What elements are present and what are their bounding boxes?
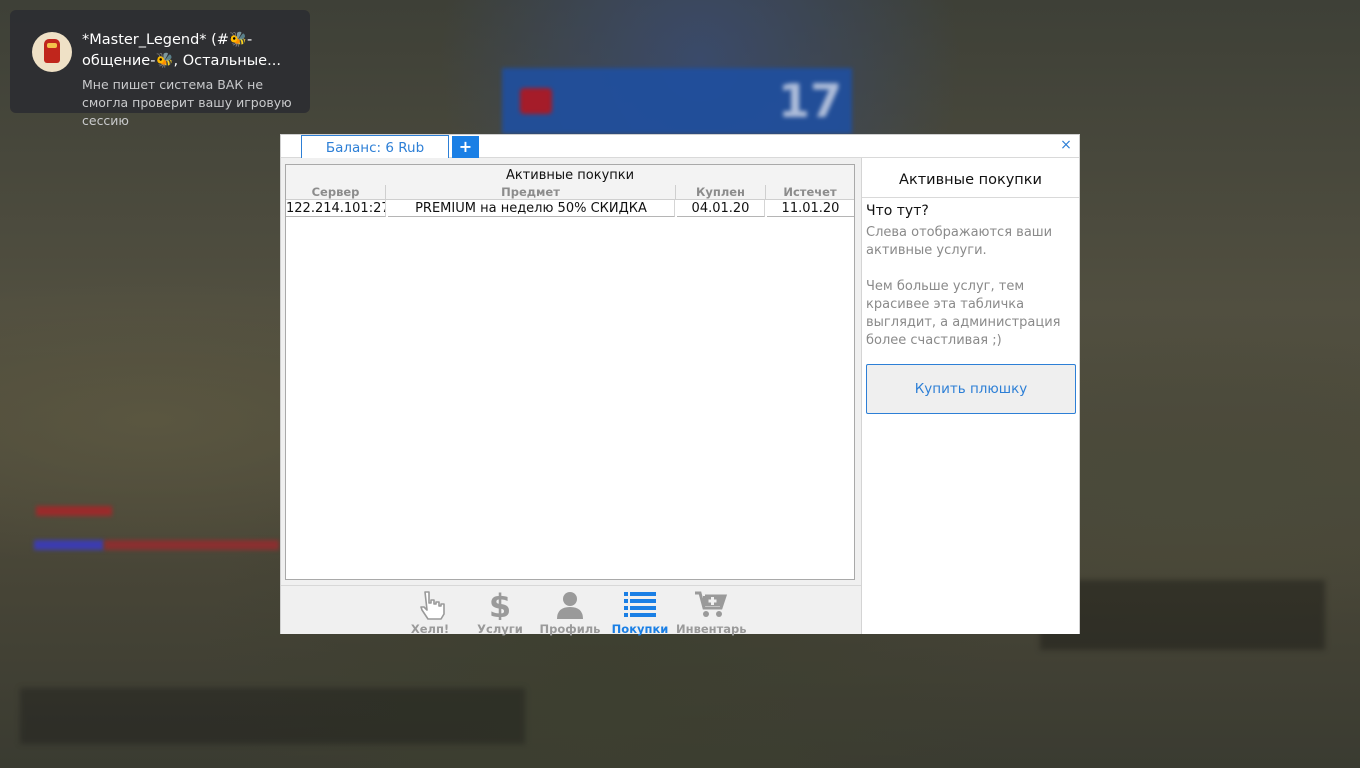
info-panel-title: Активные покупки xyxy=(899,172,1042,188)
background-bar xyxy=(36,506,112,516)
nav-item-services[interactable]: $ Услуги xyxy=(466,588,534,636)
info-panel-divider xyxy=(862,197,1079,198)
background-bar xyxy=(104,540,279,550)
column-header-item[interactable]: Предмет xyxy=(386,185,676,199)
cart-plus-icon xyxy=(695,591,728,617)
close-icon[interactable]: × xyxy=(1059,138,1073,152)
avatar-figure-icon xyxy=(44,39,60,63)
purchases-area: Активные покупки Сервер Предмет Куплен И… xyxy=(281,158,861,585)
column-header-bought[interactable]: Куплен xyxy=(676,185,766,199)
info-paragraph-2: Чем больше услуг, тем красивее эта табли… xyxy=(866,279,1061,348)
info-paragraph-1: Слева отображаются ваши активные услуги. xyxy=(866,225,1053,258)
background-blue-sign: 17 xyxy=(502,68,852,134)
background-bar xyxy=(34,540,104,550)
nav-label-profile: Профиль xyxy=(539,622,601,636)
cell-item: PREMIUM на неделю 50% СКИДКА xyxy=(388,200,675,217)
column-header-server[interactable]: Сервер xyxy=(286,185,386,199)
bottom-nav: Хелп! $ Услуги Профиль Покупки Инвентарь xyxy=(281,585,861,636)
list-icon xyxy=(624,592,656,617)
cell-expires: 11.01.20 xyxy=(767,200,854,217)
table-caption: Активные покупки xyxy=(286,165,854,185)
avatar xyxy=(32,32,72,72)
notification-title: *Master_Legend* (#🐝-общение-🐝, Остальные… xyxy=(82,32,281,69)
notification-toast[interactable]: *Master_Legend* (#🐝-общение-🐝, Остальные… xyxy=(10,10,310,128)
purchases-table: Активные покупки Сервер Предмет Куплен И… xyxy=(285,164,855,580)
nav-label-services: Услуги xyxy=(477,622,523,636)
column-header-expires[interactable]: Истечет xyxy=(766,185,854,199)
nav-item-inventory[interactable]: Инвентарь xyxy=(676,588,747,636)
cell-bought: 04.01.20 xyxy=(677,200,765,217)
info-question: Что тут? xyxy=(866,203,929,219)
dollar-icon: $ xyxy=(489,590,511,620)
info-panel: Активные покупки Что тут? Слева отобража… xyxy=(861,158,1079,634)
nav-label-help: Хелп! xyxy=(410,622,450,636)
nav-label-inventory: Инвентарь xyxy=(676,622,747,636)
table-header: Сервер Предмет Куплен Истечет xyxy=(286,185,854,200)
background-info-box xyxy=(1040,580,1325,650)
user-icon xyxy=(557,592,583,619)
notification-message: Мне пишет система ВАК не смогла проверит… xyxy=(82,77,292,128)
background-sign-mark xyxy=(520,88,552,114)
nav-label-purchases: Покупки xyxy=(611,622,669,636)
nav-item-purchases[interactable]: Покупки xyxy=(606,588,674,636)
table-row[interactable]: 122.214.101:270 PREMIUM на неделю 50% СК… xyxy=(286,200,854,218)
background-sign-number: 17 xyxy=(777,74,842,128)
svg-text:$: $ xyxy=(489,590,511,620)
background-chat-box xyxy=(20,688,525,744)
nav-item-profile[interactable]: Профиль xyxy=(536,588,604,636)
buy-button[interactable]: Купить плюшку xyxy=(866,364,1076,414)
add-balance-button[interactable]: + xyxy=(452,136,479,158)
shop-window: Баланс: 6 Rub + × Активные покупки Серве… xyxy=(280,134,1080,636)
nav-item-help[interactable]: Хелп! xyxy=(396,588,464,636)
balance-tab[interactable]: Баланс: 6 Rub xyxy=(301,135,449,158)
cell-server: 122.214.101:270 xyxy=(286,200,386,217)
hand-pointer-icon xyxy=(420,591,445,620)
